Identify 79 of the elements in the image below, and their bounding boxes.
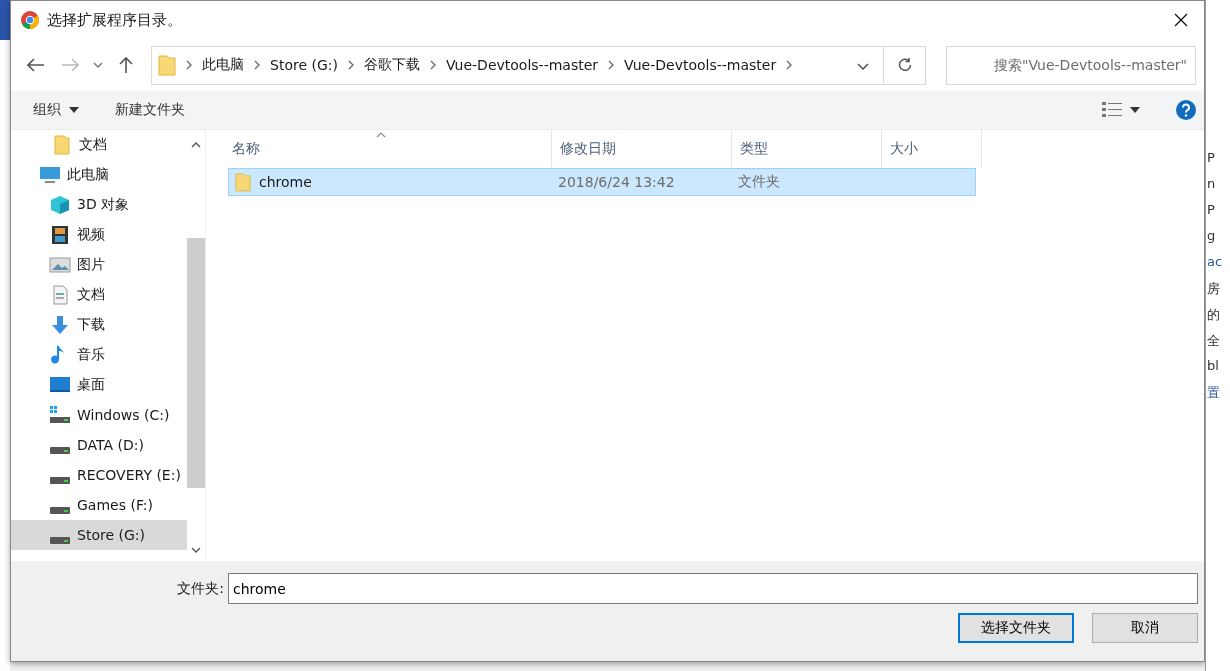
sidebar-item[interactable]: 3D 对象 <box>11 190 187 220</box>
left-arrow-icon <box>27 58 45 72</box>
breadcrumb[interactable]: Store (G:) <box>270 57 338 73</box>
help-icon <box>1176 100 1196 120</box>
scrollbar-thumb[interactable] <box>187 238 205 488</box>
cube-icon <box>49 195 71 215</box>
window-title: 选择扩展程序目录。 <box>47 10 183 30</box>
sidebar-item[interactable]: Games (F:) <box>11 490 187 520</box>
computer-icon <box>39 165 61 185</box>
image-icon <box>49 255 71 275</box>
select-folder-button[interactable]: 选择文件夹 <box>958 613 1074 643</box>
organize-button[interactable]: 组织 <box>33 101 79 119</box>
sidebar-item[interactable]: Store (G:) <box>11 520 187 550</box>
up-arrow-icon <box>119 56 133 74</box>
close-icon <box>1174 13 1188 27</box>
breadcrumb[interactable]: 此电脑 <box>202 56 244 74</box>
chevron-icon <box>786 60 793 70</box>
sidebar-item[interactable]: 下载 <box>11 310 187 340</box>
chevron-icon <box>429 60 436 70</box>
background-text: n <box>1207 176 1217 193</box>
cancel-button[interactable]: 取消 <box>1092 613 1198 643</box>
background-text: P <box>1207 202 1216 219</box>
chevron-icon <box>608 60 615 70</box>
sidebar-item[interactable]: 图片 <box>11 250 187 280</box>
file-row[interactable]: chrome 2018/6/24 13:42 文件夹 <box>228 168 976 196</box>
download-icon <box>49 315 71 335</box>
drive-icon <box>49 476 71 484</box>
background-text: g <box>1207 228 1217 245</box>
address-bar[interactable]: 此电脑 Store (G:) 谷歌下载 Vue-Devtools--master Vue-Devtools--master <box>151 45 926 85</box>
chevron-icon <box>186 60 192 70</box>
drive-icon <box>49 506 71 514</box>
folder-icon <box>235 172 251 192</box>
drive-icon <box>49 405 71 425</box>
folder-name-field[interactable]: chrome <box>228 573 1198 604</box>
folder-icon <box>51 135 73 155</box>
background-text: bl <box>1207 358 1220 375</box>
film-icon <box>49 225 71 245</box>
sidebar-item[interactable]: 音乐 <box>11 340 187 370</box>
sidebar-item[interactable]: 视频 <box>11 220 187 250</box>
chevron-down-icon <box>191 546 201 553</box>
background-text: 全 <box>1207 332 1221 350</box>
chevron-icon <box>347 60 354 70</box>
caret-icon <box>1130 107 1140 113</box>
sidebar-item[interactable]: 桌面 <box>11 370 187 400</box>
chevron-up-icon <box>191 141 201 148</box>
background-text: 的 <box>1207 306 1221 324</box>
sidebar-item[interactable]: 文档 <box>11 280 187 310</box>
drive-icon <box>49 446 71 454</box>
search-field[interactable]: 搜索"Vue-Devtools--master" <box>946 45 1196 85</box>
chevron-down-icon <box>93 62 103 68</box>
background-text: 房 <box>1207 280 1221 298</box>
modified-date: 2018/6/24 13:42 <box>558 174 675 190</box>
background-text: ac <box>1207 254 1224 271</box>
sidebar-item[interactable]: RECOVERY (E:) <box>11 460 187 490</box>
help-button[interactable] <box>1176 100 1196 120</box>
background-text: 置 <box>1207 384 1221 402</box>
view-options-button[interactable] <box>1102 101 1140 119</box>
chevron-down-icon <box>857 62 869 70</box>
list-view-icon <box>1102 101 1122 119</box>
sidebar-item[interactable]: 此电脑 <box>11 160 187 190</box>
breadcrumb[interactable]: 谷歌下载 <box>363 56 420 74</box>
chevron-icon <box>254 60 260 70</box>
right-arrow-icon <box>61 58 79 72</box>
browser-logo-icon <box>21 11 39 29</box>
sidebar-item[interactable]: DATA (D:) <box>11 430 187 460</box>
sidebar-item[interactable]: Windows (C:) <box>11 400 187 430</box>
drive-icon <box>49 536 71 544</box>
sidebar-item[interactable]: 文档 <box>11 130 187 160</box>
desktop-icon <box>49 375 71 395</box>
file-name: chrome <box>259 174 312 190</box>
breadcrumb[interactable]: Vue-Devtools--master <box>624 57 777 73</box>
caret-icon <box>69 107 79 113</box>
file-type: 文件夹 <box>738 173 780 191</box>
background-text: P <box>1207 150 1216 167</box>
folder-label: 文件夹: <box>177 579 224 598</box>
refresh-icon <box>897 56 912 71</box>
breadcrumb[interactable]: Vue-Devtools--master <box>445 57 599 73</box>
folder-icon <box>158 54 176 76</box>
new-folder-button[interactable]: 新建文件夹 <box>115 101 185 119</box>
